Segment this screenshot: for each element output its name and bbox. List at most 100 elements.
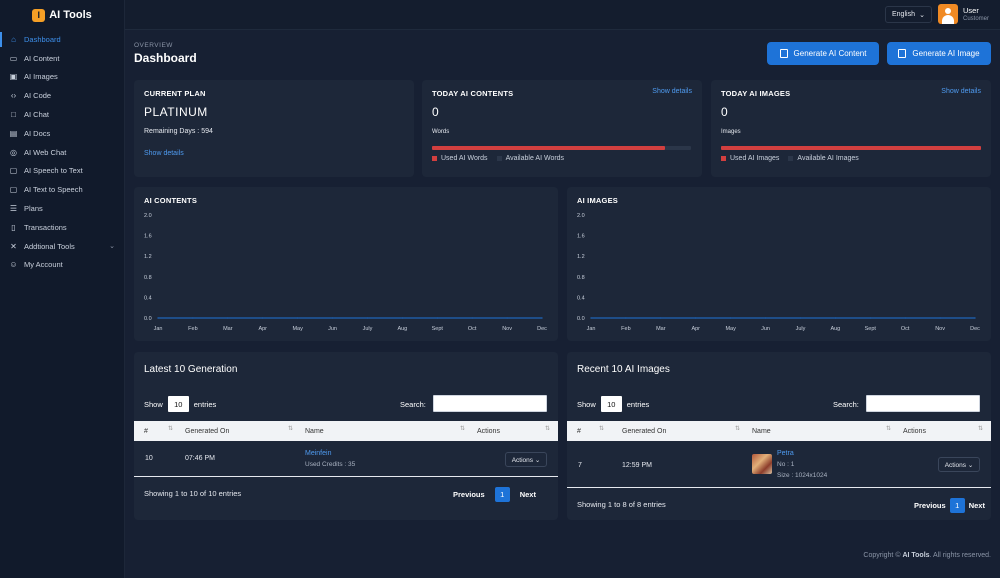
generate-ai-image-button[interactable]: Generate AI Image — [887, 42, 991, 65]
avatar[interactable] — [938, 4, 958, 24]
row-image-size: Size : 1024x1024 — [777, 472, 828, 479]
column-header-generated-on[interactable]: Generated On — [622, 428, 666, 435]
ai-contents-chart-card: AI CONTENTS 2.0 1.6 1.2 0.8 0.4 0.0 Jan Feb Mar A… — [134, 187, 558, 341]
sidebar-item-label: AI Web Chat — [24, 147, 67, 157]
x-tick-label: Jun — [761, 326, 770, 332]
row-name-link[interactable]: Meinfein — [305, 450, 331, 457]
image-thumbnail[interactable] — [752, 454, 772, 474]
plan-name: PLATINUM — [144, 105, 208, 119]
show-details-link[interactable]: Show details — [652, 88, 692, 95]
actions-button[interactable]: Actions ⌄ — [505, 452, 547, 467]
data-point — [227, 317, 229, 319]
sidebar-item-ai-text-to-speech[interactable]: ▢ AI Text to Speech — [0, 180, 124, 199]
next-button[interactable]: Next — [969, 501, 985, 510]
sidebar-item-additional-tools[interactable]: ✕ Addtional Tools ⌄ — [0, 237, 124, 256]
column-header-name[interactable]: Name — [752, 428, 771, 435]
page-1-button[interactable]: 1 — [949, 498, 965, 513]
page-title: Dashboard — [134, 51, 197, 65]
row-name-link[interactable]: Petra — [777, 450, 794, 457]
page-length-control: Show 10 entries — [577, 396, 649, 412]
data-point — [506, 317, 508, 319]
x-tick-label: May — [292, 326, 303, 332]
x-tick-label: Dec — [537, 326, 547, 332]
next-button[interactable]: Next — [520, 490, 536, 499]
x-tick-label: Apr — [258, 326, 267, 332]
sort-icon: ⇅ — [460, 426, 466, 432]
x-tick-label: Oct — [901, 326, 910, 332]
sidebar-item-label: AI Content — [24, 53, 60, 63]
footer-suffix: . All rights reserved. — [929, 552, 991, 559]
sidebar-item-ai-content[interactable]: ▭ AI Content — [0, 49, 124, 68]
language-select[interactable]: English ⌄ — [885, 6, 932, 23]
latest-generation-panel: Latest 10 Generation Show 10 entries Sea… — [134, 352, 558, 520]
table-header: # ⇅ Generated On ⇅ Name ⇅ Actions ⇅ — [134, 421, 558, 441]
sidebar-item-ai-docs[interactable]: ▤ AI Docs — [0, 124, 124, 143]
search-input[interactable] — [866, 395, 980, 412]
y-tick-label: 1.6 — [577, 234, 585, 240]
x-tick-label: Mar — [223, 326, 233, 332]
footer-prefix: Copyright © — [863, 552, 901, 559]
list-icon: ☰ — [9, 204, 18, 214]
column-header-generated-on[interactable]: Generated On — [185, 428, 229, 435]
document-icon: ▭ — [9, 53, 18, 63]
previous-button[interactable]: Previous — [453, 490, 485, 499]
data-point — [764, 317, 767, 319]
pagination: Previous 1 Next — [914, 498, 985, 513]
row-credits: Used Credits : 35 — [305, 461, 356, 468]
column-header-number[interactable]: # — [577, 428, 581, 435]
sidebar: I AI Tools ⌂ Dashboard ▭ AI Content ▣ AI Im… — [0, 0, 125, 578]
y-tick-label: 1.2 — [144, 254, 152, 260]
table-header: # ⇅ Generated On ⇅ Name ⇅ Actions ⇅ — [567, 421, 991, 441]
footer-brand-link[interactable]: AI Tools — [902, 552, 929, 559]
sidebar-item-ai-images[interactable]: ▣ AI Images — [0, 68, 124, 87]
sidebar-item-ai-web-chat[interactable]: ◎ AI Web Chat — [0, 143, 124, 162]
app-name: AI Tools — [49, 9, 92, 21]
globe-icon: ◎ — [10, 147, 17, 157]
table-info: Showing 1 to 10 of 10 entries — [144, 489, 242, 498]
sidebar-item-label: AI Docs — [24, 128, 51, 138]
sidebar-item-label: AI Speech to Text — [24, 166, 83, 176]
y-tick-label: 1.6 — [144, 234, 152, 240]
page-1-button[interactable]: 1 — [494, 487, 510, 502]
page-length-control: Show 10 entries — [144, 396, 216, 412]
x-tick-label: Nov — [502, 326, 512, 332]
data-point — [192, 317, 194, 319]
sort-icon: ⇅ — [545, 426, 551, 432]
sidebar-item-dashboard[interactable]: ⌂ Dashboard — [0, 30, 124, 49]
show-details-link[interactable]: Show details — [144, 150, 184, 157]
data-point — [730, 317, 732, 319]
sidebar-item-ai-chat[interactable]: □ AI Chat — [0, 105, 124, 124]
x-tick-label: Aug — [397, 326, 407, 332]
generate-ai-content-button[interactable]: Generate AI Content — [767, 42, 879, 65]
sidebar-nav: ⌂ Dashboard ▭ AI Content ▣ AI Images ‹› AI C… — [0, 30, 124, 274]
data-point — [541, 317, 543, 319]
row-divider — [134, 476, 558, 477]
document-icon — [779, 49, 788, 58]
breadcrumb: OVERVIEW — [134, 42, 173, 49]
sidebar-item-ai-code[interactable]: ‹› AI Code — [0, 86, 124, 105]
sidebar-item-plans[interactable]: ☰ Plans — [0, 199, 124, 218]
actions-button[interactable]: Actions ⌄ — [938, 457, 980, 472]
column-header-actions[interactable]: Actions — [903, 428, 926, 435]
column-header-name[interactable]: Name — [305, 428, 324, 435]
data-point — [590, 317, 592, 319]
sidebar-item-ai-speech-to-text[interactable]: ▢ AI Speech to Text — [0, 162, 124, 181]
sidebar-item-my-account[interactable]: ☺ My Account — [0, 256, 124, 275]
sidebar-item-label: AI Images — [24, 72, 58, 82]
data-point — [660, 317, 662, 319]
x-tick-label: Oct — [468, 326, 477, 332]
page-length-select[interactable]: 10 — [167, 396, 189, 412]
show-details-link[interactable]: Show details — [941, 88, 981, 95]
app-logo[interactable]: I AI Tools — [0, 0, 124, 30]
ai-images-count: 0 — [721, 105, 728, 119]
column-header-number[interactable]: # — [144, 428, 148, 435]
previous-button[interactable]: Previous — [914, 501, 946, 510]
data-point — [869, 317, 871, 319]
page-length-select[interactable]: 10 — [600, 396, 622, 412]
column-header-actions[interactable]: Actions — [477, 428, 500, 435]
y-tick-label: 0.4 — [144, 295, 152, 301]
search-input[interactable] — [433, 395, 547, 412]
entries-label: entries — [626, 399, 650, 409]
sidebar-item-transactions[interactable]: ▯ Transactions — [0, 218, 124, 237]
words-progress-fill — [432, 146, 666, 150]
